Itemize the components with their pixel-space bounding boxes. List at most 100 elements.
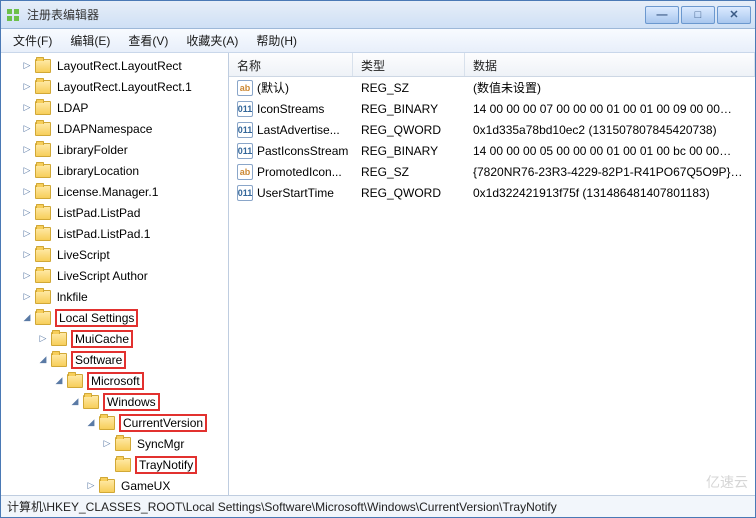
maximize-button[interactable]: □ [681,6,715,24]
expand-icon[interactable]: ▷ [21,249,33,261]
menu-item[interactable]: 查看(V) [120,30,176,51]
tree-row[interactable]: ▷ GameUX [1,475,228,495]
tree-label: LDAPNamespace [55,122,154,136]
expand-icon[interactable]: ▷ [21,144,33,156]
col-name-header[interactable]: 名称 [229,53,353,76]
tree-row[interactable]: ◢ Windows [1,391,228,412]
col-data-header[interactable]: 数据 [465,53,755,76]
folder-icon [35,101,51,115]
expand-icon[interactable]: ▷ [21,60,33,72]
tree-label: LDAP [55,101,90,115]
registry-editor-window: 注册表编辑器 — □ ✕ 文件(F)编辑(E)查看(V)收藏夹(A)帮助(H) … [0,0,756,518]
close-button[interactable]: ✕ [717,6,751,24]
expand-icon[interactable]: ◢ [21,312,33,324]
values-pane: 名称 类型 数据 ab(默认)REG_SZ(数值未设置)011IconStrea… [229,53,755,495]
tree-row[interactable]: ▷LayoutRect.LayoutRect.1 [1,76,228,97]
tree-label: LibraryFolder [55,143,130,157]
tree-row[interactable]: ▷ListPad.ListPad [1,202,228,223]
tree-label: Windows [103,393,160,411]
expand-icon[interactable]: ▷ [21,186,33,198]
string-value-icon: ab [237,164,253,180]
tree-row[interactable]: ▷LayoutRect.LayoutRect [1,55,228,76]
folder-icon [83,395,99,409]
tree-row[interactable]: ◢Microsoft [1,370,228,391]
folder-icon [115,458,131,472]
app-icon [5,7,21,23]
folder-icon [67,374,83,388]
tree-row[interactable]: ▷ MuiCache [1,328,228,349]
window-controls: — □ ✕ [645,6,751,24]
binary-value-icon: 011 [237,101,253,117]
expand-icon[interactable]: ◢ [69,396,81,408]
tree-row[interactable]: ▷ LibraryLocation [1,160,228,181]
folder-icon [35,143,51,157]
tree-label: LiveScript [55,248,112,262]
value-type: REG_QWORD [353,186,465,200]
expand-icon[interactable]: ▷ [21,228,33,240]
tree-label: License.Manager.1 [55,185,160,199]
tree-row[interactable]: ▷ License.Manager.1 [1,181,228,202]
tree-label: LibraryLocation [55,164,141,178]
grid-row[interactable]: abPromotedIcon...REG_SZ{7820NR76-23R3-42… [229,161,755,182]
grid-row[interactable]: 011IconStreamsREG_BINARY14 00 00 00 07 0… [229,98,755,119]
expand-icon[interactable]: ◢ [85,417,97,429]
tree-row[interactable]: TrayNotify [1,454,228,475]
value-data: 14 00 00 00 07 00 00 00 01 00 01 00 09 0… [465,102,755,116]
grid-row[interactable]: 011LastAdvertise...REG_QWORD0x1d335a78bd… [229,119,755,140]
expand-icon[interactable]: ▷ [85,480,97,492]
value-data: 14 00 00 00 05 00 00 00 01 00 01 00 bc 0… [465,144,755,158]
expand-icon[interactable]: ▷ [21,207,33,219]
expand-icon[interactable] [101,459,113,471]
tree-row[interactable]: ▷ LiveScript Author [1,265,228,286]
grid-row[interactable]: 011PastIconsStreamREG_BINARY14 00 00 00 … [229,140,755,161]
value-type: REG_QWORD [353,123,465,137]
expand-icon[interactable]: ▷ [21,123,33,135]
tree-row[interactable]: ▷ LDAP [1,97,228,118]
tree-row[interactable]: ◢Software [1,349,228,370]
minimize-button[interactable]: — [645,6,679,24]
col-type-header[interactable]: 类型 [353,53,465,76]
folder-icon [35,248,51,262]
tree-row[interactable]: ▷ListPad.ListPad.1 [1,223,228,244]
tree-row[interactable]: ◢CurrentVersion [1,412,228,433]
expand-icon[interactable]: ▷ [21,81,33,93]
tree-label: LiveScript Author [55,269,150,283]
tree-label: MuiCache [71,330,133,348]
value-data: 0x1d335a78bd10ec2 (131507807845420738) [465,123,755,137]
tree-row[interactable]: ▷ LibraryFolder [1,139,228,160]
folder-icon [35,206,51,220]
menu-item[interactable]: 编辑(E) [62,30,118,51]
value-name: PromotedIcon... [257,165,342,179]
expand-icon[interactable]: ▷ [21,102,33,114]
expand-icon[interactable]: ▷ [21,165,33,177]
status-bar: 计算机\HKEY_CLASSES_ROOT\Local Settings\Sof… [1,495,755,517]
expand-icon[interactable]: ▷ [21,291,33,303]
tree-row[interactable]: ▷ LiveScript [1,244,228,265]
folder-icon [51,353,67,367]
expand-icon[interactable]: ◢ [37,354,49,366]
tree-pane[interactable]: ▷LayoutRect.LayoutRect▷LayoutRect.Layout… [1,53,229,495]
value-data: (数值未设置) [465,79,755,96]
binary-value-icon: 011 [237,143,253,159]
tree-row[interactable]: ◢Local Settings [1,307,228,328]
expand-icon[interactable]: ▷ [21,270,33,282]
tree-row[interactable]: ▷lnkfile [1,286,228,307]
menu-item[interactable]: 帮助(H) [248,30,305,51]
value-data: {7820NR76-23R3-4229-82P1-R41PO67Q5O9P}… [465,165,755,179]
value-name: PastIconsStream [257,144,348,158]
title-bar[interactable]: 注册表编辑器 — □ ✕ [1,1,755,29]
tree-label: GameUX [119,479,172,493]
tree-row[interactable]: ▷SyncMgr [1,433,228,454]
menu-item[interactable]: 收藏夹(A) [178,30,246,51]
expand-icon[interactable]: ▷ [37,333,49,345]
menu-item[interactable]: 文件(F) [5,30,60,51]
expand-icon[interactable]: ▷ [101,438,113,450]
tree-row[interactable]: ▷ LDAPNamespace [1,118,228,139]
folder-icon [35,80,51,94]
grid-row[interactable]: 011UserStartTimeREG_QWORD0x1d322421913f7… [229,182,755,203]
tree-label: TrayNotify [135,456,197,474]
grid-row[interactable]: ab(默认)REG_SZ(数值未设置) [229,77,755,98]
folder-icon [35,269,51,283]
expand-icon[interactable]: ◢ [53,375,65,387]
folder-icon [115,437,131,451]
